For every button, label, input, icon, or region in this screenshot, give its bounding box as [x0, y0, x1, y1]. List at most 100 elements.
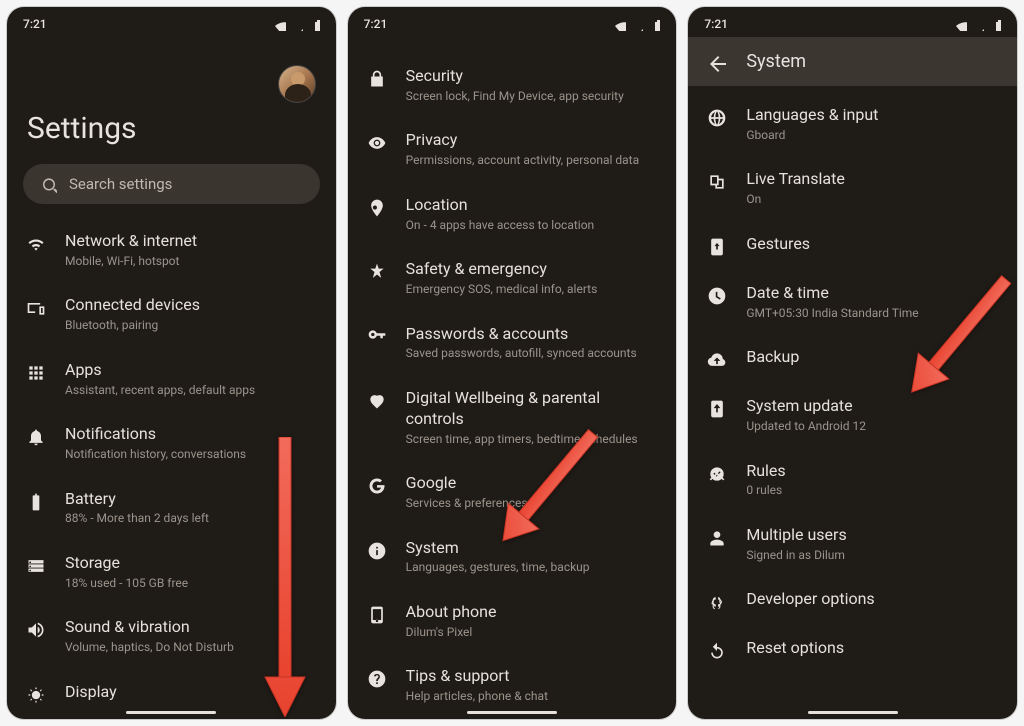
settings-scrolled-screen: 7:21 SecurityScreen lock, Find My Device… [347, 6, 678, 720]
settings-row-tips[interactable]: Tips & support Help articles, phone & cha… [348, 653, 677, 717]
row-title: Multiple users [746, 525, 999, 546]
settings-row-rules[interactable]: Rules0 rules [688, 448, 1017, 512]
settings-row-storage[interactable]: Storage 18% used - 105 GB free [7, 540, 336, 604]
home-indicator[interactable] [467, 711, 557, 714]
row-title: Location [406, 195, 659, 216]
row-title: System update [746, 396, 999, 417]
row-title: Date & time [746, 283, 999, 304]
gestures-icon [706, 234, 728, 257]
settings-row-reset[interactable]: Reset options [688, 625, 1017, 674]
wifi-status-icon [954, 18, 967, 31]
row-subtitle: Languages, gestures, time, backup [406, 560, 659, 576]
settings-row-clock[interactable]: Date & time GMT+05:30 India Standard Time [688, 270, 1017, 334]
settings-row-phone[interactable]: About phoneDilum's Pixel [348, 589, 677, 653]
cell-status-icon [630, 18, 643, 31]
wellbeing-icon [366, 388, 388, 411]
status-time: 7:21 [704, 17, 728, 31]
status-time: 7:21 [23, 17, 47, 31]
settings-row-wifi[interactable]: Network & internet Mobile, Wi-Fi, hotspot [7, 218, 336, 282]
settings-row-apps[interactable]: Apps Assistant, recent apps, default apps [7, 347, 336, 411]
row-title: Languages & input [746, 105, 999, 126]
battery-icon [25, 489, 47, 512]
system-settings-screen: 7:21 System Languages & inputGboardLive … [687, 6, 1018, 720]
settings-row-sysupdate[interactable]: System update Updated to Android 12 [688, 383, 1017, 447]
settings-row-battery[interactable]: Battery88% - More than 2 days left [7, 476, 336, 540]
row-title: Passwords & accounts [406, 324, 659, 345]
row-subtitle: Signed in as Dilum [746, 548, 999, 564]
multiuser-icon [706, 525, 728, 548]
settings-row-emergency[interactable]: Safety & emergencyEmergency SOS, medical… [348, 246, 677, 310]
profile-avatar[interactable] [278, 65, 316, 103]
search-icon [39, 175, 57, 193]
row-subtitle: Dilum's Pixel [406, 625, 659, 641]
display-icon [25, 682, 47, 705]
row-title: Storage [65, 553, 318, 574]
language-icon [706, 105, 728, 128]
cell-status-icon [290, 18, 303, 31]
row-subtitle: On [746, 192, 999, 208]
settings-row-language[interactable]: Languages & inputGboard [688, 92, 1017, 156]
settings-row-notifications[interactable]: NotificationsNotification history, conve… [7, 411, 336, 475]
row-title: Apps [65, 360, 318, 381]
row-title: Developer options [746, 589, 999, 610]
row-title: Google [406, 473, 659, 494]
settings-row-wellbeing[interactable]: Digital Wellbeing & parental controlsScr… [348, 375, 677, 460]
settings-row-multiuser[interactable]: Multiple users Signed in as Dilum [688, 512, 1017, 576]
row-subtitle: GMT+05:30 India Standard Time [746, 306, 999, 322]
status-icons [273, 18, 320, 31]
settings-row-location[interactable]: Location On - 4 apps have access to locat… [348, 182, 677, 246]
settings-row-devopt[interactable]: Developer options [688, 576, 1017, 625]
system-list[interactable]: Languages & inputGboardLive TranslateOnG… [688, 86, 1017, 719]
row-subtitle: 18% used - 105 GB free [65, 576, 318, 592]
settings-list[interactable]: SecurityScreen lock, Find My Device, app… [348, 37, 677, 719]
settings-row-sound[interactable]: Sound & vibrationVolume, haptics, Do Not… [7, 604, 336, 668]
row-subtitle: Screen time, app timers, bedtime schedul… [406, 432, 659, 448]
settings-row-key[interactable]: Passwords & accountsSaved passwords, aut… [348, 311, 677, 375]
battery-status-icon [988, 18, 1001, 31]
settings-row-lock[interactable]: SecurityScreen lock, Find My Device, app… [348, 53, 677, 117]
key-icon [366, 324, 388, 347]
row-title: Tips & support [406, 666, 659, 687]
battery-status-icon [647, 18, 660, 31]
row-title: Connected devices [65, 295, 318, 316]
row-subtitle: 88% - More than 2 days left [65, 511, 318, 527]
google-icon [366, 473, 388, 496]
rules-icon [706, 461, 728, 484]
row-subtitle: Permissions, account activity, personal … [406, 153, 659, 169]
battery-status-icon [307, 18, 320, 31]
status-icons [954, 18, 1001, 31]
row-subtitle: On - 4 apps have access to location [406, 218, 659, 234]
settings-row-info[interactable]: SystemLanguages, gestures, time, backup [348, 525, 677, 589]
row-subtitle: 0 rules [746, 483, 999, 499]
row-subtitle: Mobile, Wi-Fi, hotspot [65, 254, 318, 270]
back-icon[interactable] [706, 52, 726, 72]
settings-row-backup[interactable]: Backup [688, 334, 1017, 383]
row-title: System [406, 538, 659, 559]
status-bar: 7:21 [688, 7, 1017, 37]
privacy-icon [366, 130, 388, 153]
appbar-title: System [746, 51, 806, 72]
settings-row-gestures[interactable]: Gestures [688, 221, 1017, 270]
settings-row-devices[interactable]: Connected devicesBluetooth, pairing [7, 282, 336, 346]
app-bar: System [688, 37, 1017, 86]
search-bar[interactable]: Search settings [23, 164, 320, 204]
home-indicator[interactable] [126, 711, 216, 714]
clock-icon [706, 283, 728, 306]
row-subtitle: Assistant, recent apps, default apps [65, 383, 318, 399]
settings-row-privacy[interactable]: PrivacyPermissions, account activity, pe… [348, 117, 677, 181]
status-time: 7:21 [364, 17, 388, 31]
row-subtitle: Saved passwords, autofill, synced accoun… [406, 346, 659, 362]
row-subtitle: Help articles, phone & chat [406, 689, 659, 705]
status-icons [613, 18, 660, 31]
row-subtitle: Screen lock, Find My Device, app securit… [406, 89, 659, 105]
row-title: Network & internet [65, 231, 318, 252]
wifi-status-icon [613, 18, 626, 31]
home-indicator[interactable] [808, 711, 898, 714]
settings-row-google[interactable]: Google Services & preferences [348, 460, 677, 524]
settings-row-translate[interactable]: Live TranslateOn [688, 156, 1017, 220]
settings-main-screen: 7:21 Settings Search settings Network & … [6, 6, 337, 720]
row-subtitle: Services & preferences [406, 496, 659, 512]
row-title: Battery [65, 489, 318, 510]
settings-list[interactable]: Network & internet Mobile, Wi-Fi, hotspot… [7, 214, 336, 719]
row-subtitle: Updated to Android 12 [746, 419, 999, 435]
